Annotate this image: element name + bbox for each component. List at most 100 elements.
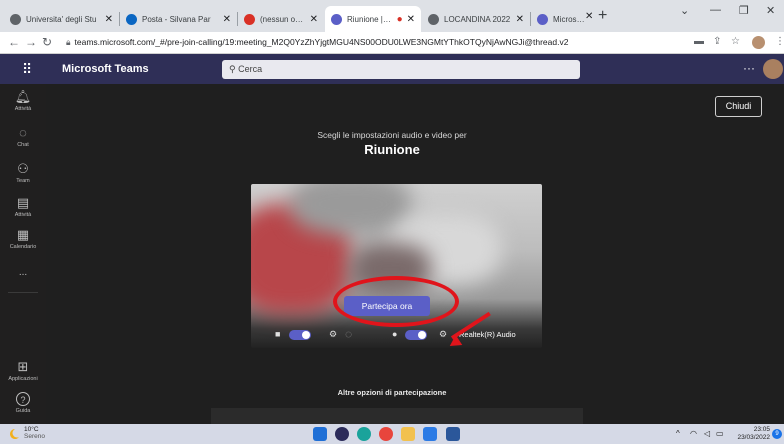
search-taskbar-icon[interactable]: [335, 427, 349, 441]
battery-icon[interactable]: ▭: [716, 429, 724, 438]
tab-label: Posta - Silvana Par: [142, 14, 211, 24]
user-avatar[interactable]: [763, 59, 783, 79]
windows-start-icon[interactable]: [313, 427, 327, 441]
back-arrow-icon[interactable]: ←: [8, 35, 20, 49]
rail-item-more[interactable]: ...: [0, 266, 46, 280]
forward-arrow-icon[interactable]: →: [25, 35, 37, 49]
close-button[interactable]: Chiudi: [715, 96, 762, 117]
background-blur-icon[interactable]: ◌: [345, 327, 352, 341]
browser-tab[interactable]: LOCANDINA 2022 ✕: [422, 6, 530, 32]
microphone-icon: ●: [392, 329, 398, 339]
calendar-icon: ▦: [16, 227, 30, 242]
bell-icon: 🔔︎: [14, 89, 32, 104]
apps-icon: ⊞: [17, 359, 29, 374]
background-effects-icon[interactable]: ⚙: [329, 329, 337, 340]
edge-icon[interactable]: [357, 427, 371, 441]
os-taskbar: 10°C Sereno ^ ◠ ◁ ▭ 23:05 23/03/2022 9: [0, 424, 784, 444]
browser-tab[interactable]: Universita' degli Stu ✕: [4, 6, 119, 32]
search-icon: ⚲: [229, 64, 236, 74]
microphone-toggle[interactable]: [405, 330, 427, 340]
share-icon[interactable]: ⇪: [713, 36, 721, 47]
weather-widget[interactable]: 10°C Sereno: [24, 426, 45, 440]
app-launcher-icon[interactable]: ⠿: [22, 61, 32, 78]
rail-label: Attività: [14, 106, 32, 112]
file-explorer-icon[interactable]: [401, 427, 415, 441]
browser-tab-active[interactable]: Riunione | Mic ● ✕: [325, 6, 421, 32]
camera-indicator-icon[interactable]: ▬: [694, 36, 704, 47]
url-field[interactable]: 🔒︎ teams.microsoft.com/_#/pre-join-callin…: [66, 37, 568, 48]
other-options-panel: [211, 408, 583, 424]
tab-close-icon[interactable]: ✕: [585, 11, 593, 22]
audio-device-label[interactable]: Realtek(R) Audio: [459, 330, 516, 339]
window-close-icon[interactable]: ✕: [766, 4, 775, 17]
clock-time: 23:05: [753, 426, 770, 433]
app-title: Microsoft Teams: [62, 63, 149, 75]
tab-favicon-icon: [537, 13, 548, 25]
tab-favicon-icon: [428, 13, 439, 25]
tab-close-icon[interactable]: ✕: [105, 14, 113, 25]
bookmark-star-icon[interactable]: ☆: [731, 36, 740, 47]
temperature: 10°C: [24, 426, 39, 433]
rail-label: Team: [16, 178, 30, 184]
browser-menu-icon[interactable]: ⋮: [775, 36, 784, 47]
tab-favicon-icon: [10, 13, 21, 25]
tab-favicon-icon: [331, 13, 342, 25]
chrome-icon[interactable]: [379, 427, 393, 441]
recording-dot-icon: ●: [396, 13, 403, 25]
rail-label: Calendario: [9, 244, 37, 250]
tab-label: Riunione | Mic: [347, 14, 393, 24]
prejoin-subtitle: Scegli le impostazioni audio e video per: [317, 130, 467, 140]
rail-label: Guida: [15, 408, 31, 414]
rail-item-apps[interactable]: ⊞ Applicazioni: [0, 359, 46, 383]
camera-toggle[interactable]: [289, 330, 311, 340]
rail-label: Attività: [14, 212, 32, 218]
tab-favicon-icon: [244, 13, 255, 25]
browser-tab[interactable]: Posta - Silvana Par ✕: [120, 6, 237, 32]
new-tab-button[interactable]: +: [598, 7, 607, 25]
url-text: teams.microsoft.com/_#/pre-join-calling/…: [74, 37, 569, 47]
weather-condition: Sereno: [24, 433, 45, 440]
tab-label: (nessun oggetto) -: [260, 14, 306, 24]
more-options-button[interactable]: ···: [743, 61, 755, 75]
video-blur-shape: [291, 184, 411, 234]
system-clock[interactable]: 23:05 23/03/2022: [730, 426, 770, 442]
rail-item-calendar[interactable]: ▦ Calendario: [0, 227, 46, 251]
browser-tab[interactable]: Microsoft Teams: [531, 6, 593, 32]
annotation-circle: [333, 276, 459, 327]
tab-close-icon[interactable]: ✕: [310, 14, 318, 25]
device-settings-icon[interactable]: ⚙: [439, 329, 447, 340]
teams-icon: ⚇: [17, 161, 29, 176]
tab-close-icon[interactable]: ✕: [407, 14, 415, 25]
volume-icon[interactable]: ◁: [704, 429, 710, 438]
tab-close-icon[interactable]: ✕: [516, 14, 524, 25]
tray-overflow-icon[interactable]: ^: [676, 429, 680, 438]
search-placeholder: Cerca: [238, 64, 263, 74]
tab-label: Universita' degli Stu: [26, 14, 97, 24]
rail-label: Applicazioni: [8, 376, 38, 382]
camera-icon: ■: [275, 329, 281, 339]
tab-close-icon[interactable]: ✕: [223, 14, 231, 25]
more-apps-icon: ...: [18, 267, 28, 278]
address-bar: ← → ↻ 🔒︎ teams.microsoft.com/_#/pre-join-…: [0, 32, 784, 54]
reload-icon[interactable]: ↻: [42, 35, 52, 49]
device-controls: ■ ⚙ ◌ ● ⚙ Realtek(R) Audio: [251, 324, 542, 346]
rail-item-teams[interactable]: ⚇ Team: [0, 161, 46, 185]
minimize-icon[interactable]: —: [710, 4, 721, 16]
rail-item-assignments[interactable]: ▤ Attività: [0, 196, 46, 219]
rail-item-activity[interactable]: 🔔︎ Attività: [0, 89, 46, 113]
tab-label: LOCANDINA 2022: [444, 14, 511, 24]
profile-avatar[interactable]: [752, 36, 765, 49]
tab-search-icon[interactable]: ⌄: [680, 4, 689, 17]
search-input[interactable]: ⚲ Cerca: [222, 60, 580, 79]
browser-tabstrip: Universita' degli Stu ✕ Posta - Silvana …: [0, 0, 784, 32]
notification-badge[interactable]: 9: [772, 429, 782, 439]
clock-date: 23/03/2022: [737, 434, 770, 441]
wifi-icon[interactable]: ◠: [690, 429, 697, 438]
word-icon[interactable]: [446, 427, 460, 441]
rail-divider: [8, 292, 38, 293]
restore-icon[interactable]: ❐: [739, 4, 749, 17]
store-icon[interactable]: [423, 427, 437, 441]
meeting-title: Riunione: [364, 142, 420, 157]
browser-tab[interactable]: (nessun oggetto) - ✕: [238, 6, 324, 32]
teams-header: ⠿ Microsoft Teams ⚲ Cerca ···: [0, 54, 784, 84]
